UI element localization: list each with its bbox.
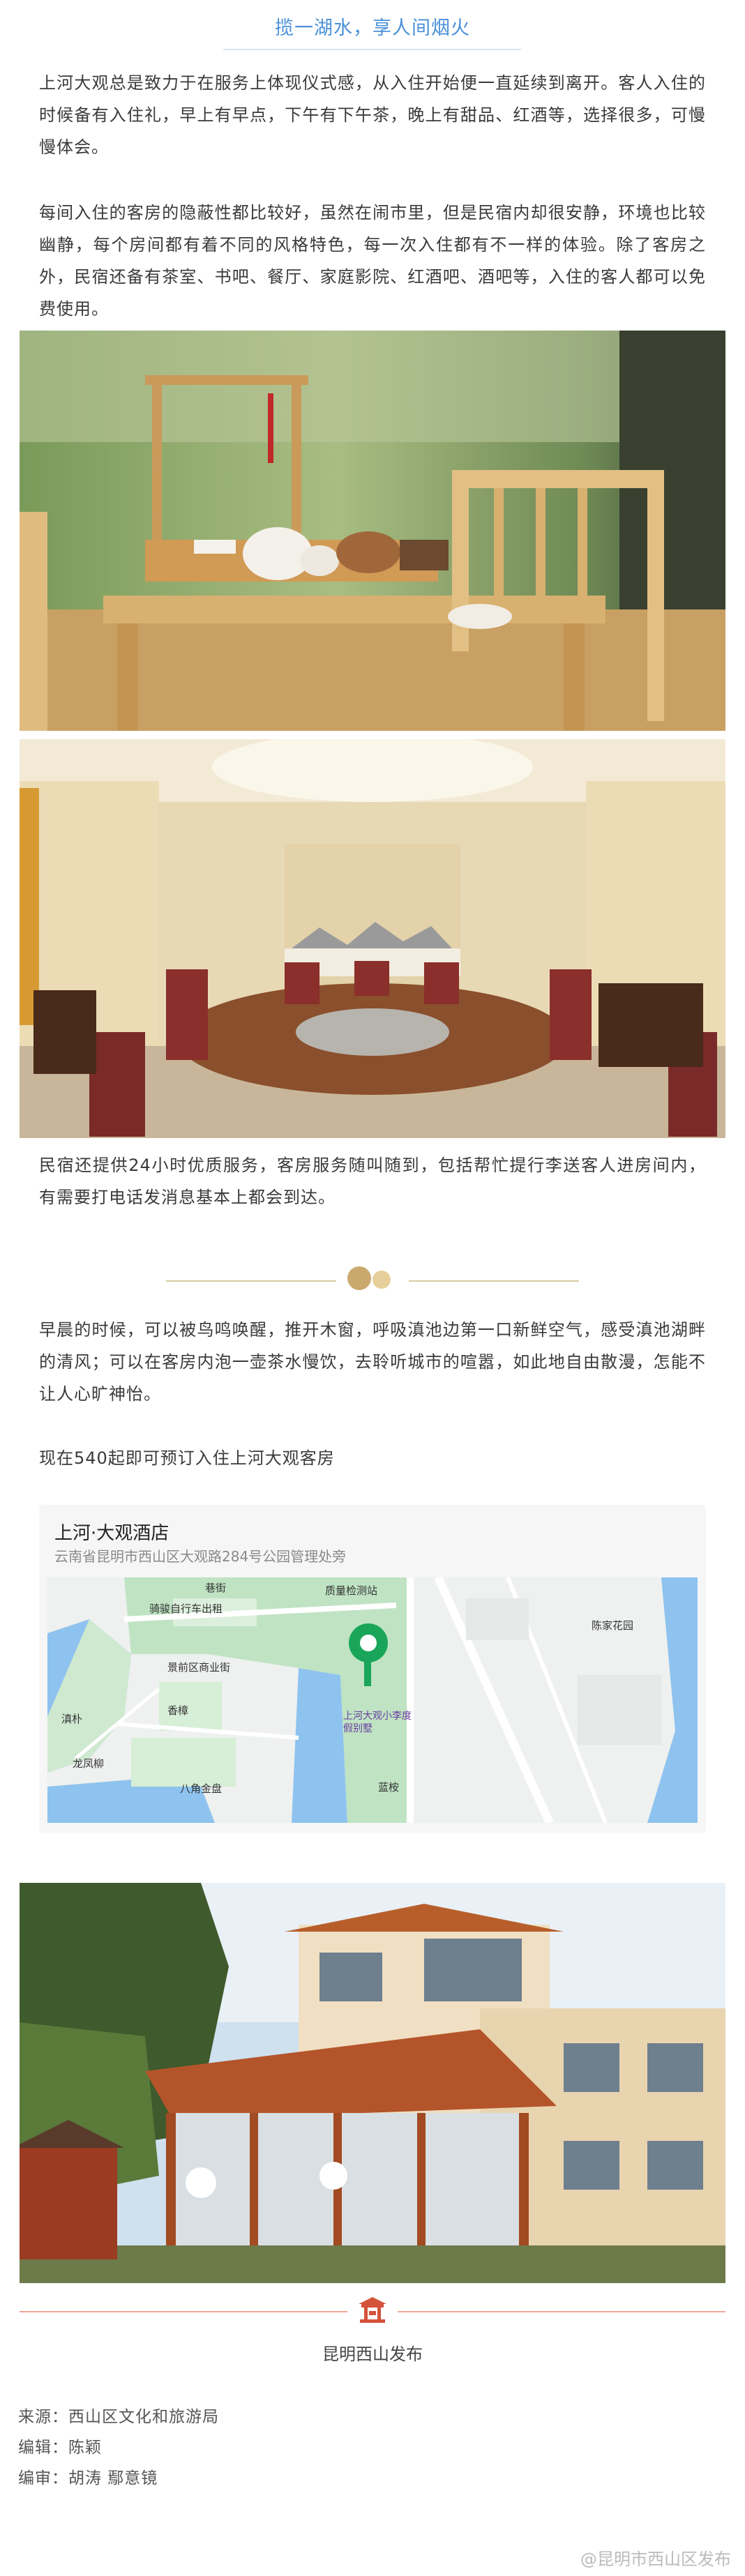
map-pin-stem <box>364 1660 371 1686</box>
map-label-haipu: 滇朴 <box>61 1713 83 1725</box>
map-label-bike: 骑骏自行车出租 <box>149 1603 223 1615</box>
map-label-hotel: 上河大观小李度假别墅 <box>343 1711 412 1734</box>
watermark: @昆明市西山区发布 <box>580 2550 731 2569</box>
ornament-dot-small <box>372 1271 391 1289</box>
paragraph-booking: 现在540起即可预订入住上河大观客房 <box>39 1448 335 1468</box>
brand-name: 昆明西山发布 <box>322 2344 423 2364</box>
footer-line-right <box>398 2311 725 2312</box>
map-label-bajiao: 八角金盘 <box>180 1782 223 1795</box>
credit-reviewer: 编审：胡涛 鄢意镜 <box>18 2469 158 2487</box>
article-header: 揽一湖水，享人间烟火 <box>0 0 745 56</box>
map-label-jingqu: 景前区商业街 <box>167 1661 231 1674</box>
map-pin-center <box>360 1635 377 1651</box>
divider-left-line <box>166 1280 336 1282</box>
map-label-xiangzhang: 香樟 <box>167 1704 189 1717</box>
pavilion-logo-icon <box>357 2296 388 2324</box>
map-label-xiangjie: 巷街 <box>205 1582 227 1594</box>
hotel-name[interactable]: 上河·大观酒店 <box>54 1519 169 1545</box>
credit-source: 来源：西山区文化和旅游局 <box>18 2408 219 2426</box>
tea-set-photo <box>20 331 725 731</box>
map-label-garden: 陈家花园 <box>592 1619 634 1632</box>
section-title: 揽一湖水，享人间烟火 <box>275 17 470 39</box>
ornament-dot-large <box>347 1266 371 1290</box>
map-pin-icon[interactable] <box>349 1623 388 1662</box>
map-label-longfeng: 龙凤柳 <box>73 1757 105 1770</box>
hotel-address: 云南省昆明市西山区大观路284号公园管理处旁 <box>54 1548 347 1565</box>
location-map[interactable]: 骑骏自行车出租 质量检测站 陈家花园 巷街 景前区商业街 香樟 滇朴 龙凤柳 八… <box>47 1577 698 1823</box>
header-underline <box>223 49 522 50</box>
paragraph-morning: 早晨的时候，可以被鸟鸣唤醒，推开木窗，呼吸滇池边第一口新鲜空气，感受滇池湖畔的清… <box>39 1320 706 1404</box>
divider-right-line <box>409 1280 579 1282</box>
paragraph-rooms: 每间入住的客房的隐蔽性都比较好，虽然在闹市里，但是民宿内却很安静，环境也比较幽静… <box>39 203 706 319</box>
map-label-inspect: 质量检测站 <box>325 1584 378 1597</box>
paragraph-service: 民宿还提供24小时优质服务，客房服务随叫随到，包括帮忙提行李送客人进房间内，有需… <box>39 1156 706 1207</box>
footer-line-left <box>20 2311 347 2312</box>
paragraph-intro: 上河大观总是致力于在服务上体现仪式感，从入住开始便一直延续到离开。客人入住的时候… <box>39 73 706 157</box>
map-label-lanshu: 蓝桉 <box>378 1781 400 1794</box>
dining-room-photo <box>20 739 725 1138</box>
building-exterior-photo <box>20 1883 725 2283</box>
credit-editor: 编辑：陈颖 <box>18 2439 102 2457</box>
